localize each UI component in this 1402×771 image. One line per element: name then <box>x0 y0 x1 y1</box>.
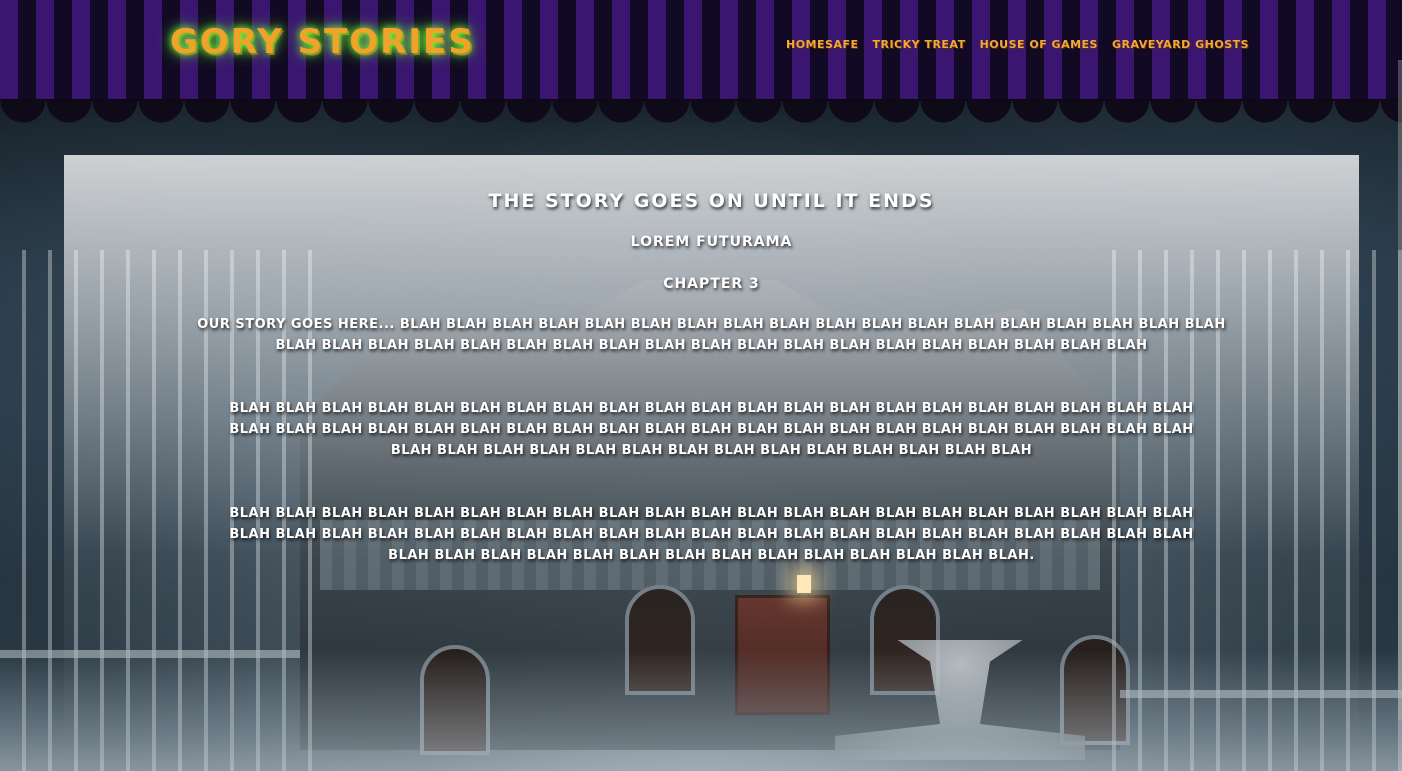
story-paragraph: OUR STORY GOES HERE... BLAH BLAH BLAH BL… <box>197 317 1226 353</box>
nav-link-homesafe[interactable]: HOMESAFE <box>786 38 858 51</box>
story-paragraph: BLAH BLAH BLAH BLAH BLAH BLAH BLAH BLAH … <box>229 401 1194 458</box>
nav-link-graveyard-ghosts[interactable]: GRAVEYARD GHOSTS <box>1112 38 1249 51</box>
story-content: THE STORY GOES ON UNTIL IT ENDS LOREM FU… <box>64 190 1359 608</box>
page-scrollbar[interactable] <box>1398 60 1402 720</box>
main-nav: HOMESAFE TRICKY TREAT HOUSE OF GAMES GRA… <box>786 38 1249 51</box>
story-paragraph: BLAH BLAH BLAH BLAH BLAH BLAH BLAH BLAH … <box>229 506 1194 563</box>
story-chapter: CHAPTER 3 <box>663 276 760 292</box>
site-header: GORY STORIES HOMESAFE TRICKY TREAT HOUSE… <box>0 0 1402 101</box>
site-logo[interactable]: GORY STORIES <box>170 22 475 62</box>
story-author: LOREM FUTURAMA <box>630 234 793 250</box>
nav-link-house-of-games[interactable]: HOUSE OF GAMES <box>980 38 1098 51</box>
header-scallop-trim <box>0 100 1402 126</box>
story-title: THE STORY GOES ON UNTIL IT ENDS <box>488 190 935 212</box>
nav-link-tricky-treat[interactable]: TRICKY TREAT <box>872 38 965 51</box>
